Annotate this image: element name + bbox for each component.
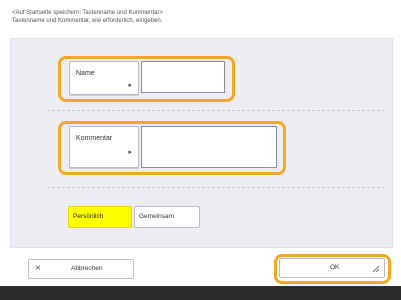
divider [47, 110, 385, 111]
comment-field[interactable] [141, 126, 277, 168]
instruction-title: <Auf Startseite speichern: Tastenname un… [12, 10, 163, 16]
cancel-label: Abbrechen [71, 265, 103, 272]
instruction-text: Tastenname und Kommentar, wie erforderli… [12, 18, 163, 24]
resize-corner-icon [372, 265, 380, 275]
ok-button[interactable]: OK [279, 258, 385, 278]
chevron-right-icon: ▸ [128, 149, 132, 156]
name-button[interactable]: Name ▸ [69, 61, 139, 95]
name-field[interactable] [141, 61, 225, 93]
cancel-button[interactable]: × Abbrechen [28, 259, 134, 279]
ok-label: OK [330, 264, 340, 271]
chevron-right-icon: ▸ [128, 82, 132, 89]
instruction-header: <Auf Startseite speichern: Tastenname un… [0, 0, 401, 38]
name-button-label: Name [76, 70, 95, 77]
close-icon: × [35, 263, 41, 274]
bottom-bar [0, 286, 401, 300]
shared-toggle[interactable]: Gemeinsam [134, 206, 200, 228]
personal-toggle[interactable]: Persönlich [68, 206, 132, 228]
divider [47, 187, 385, 188]
comment-button-label: Kommentar [76, 135, 113, 142]
comment-button[interactable]: Kommentar ▸ [69, 126, 139, 168]
